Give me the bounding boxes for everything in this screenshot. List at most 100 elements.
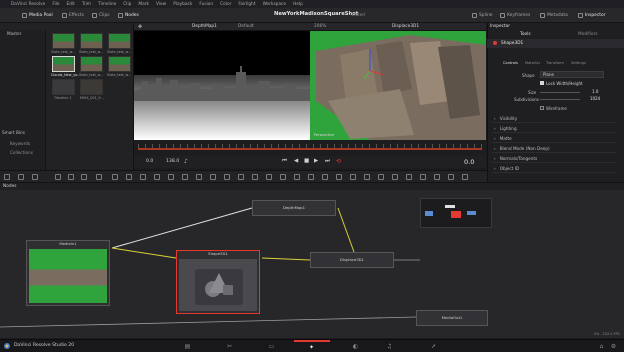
inspector-button[interactable]: Inspector: [578, 11, 605, 20]
section-normals[interactable]: › Normals/Tangents: [492, 155, 616, 163]
stop-icon[interactable]: ■: [304, 158, 309, 164]
deliver-page-icon[interactable]: ➚: [430, 343, 437, 350]
tool-icon[interactable]: [140, 174, 146, 180]
time-ruler[interactable]: [134, 140, 486, 156]
tool-icon[interactable]: [448, 174, 454, 180]
nodes-button[interactable]: Nodes: [118, 11, 139, 20]
tool-icon[interactable]: [280, 174, 286, 180]
menu-edit[interactable]: Edit: [67, 2, 75, 7]
tool-icon[interactable]: [308, 174, 314, 180]
node-displace3d1[interactable]: Displace3D1: [310, 252, 394, 268]
settings-gear-icon[interactable]: ⚙: [610, 343, 617, 350]
menu-view[interactable]: View: [156, 2, 166, 7]
tool-icon[interactable]: [196, 174, 202, 180]
viewer-default-dropdown[interactable]: Default: [238, 24, 254, 29]
go-to-start-icon[interactable]: ⏮: [282, 158, 287, 165]
menu-workspace[interactable]: Workspace: [263, 2, 287, 7]
media-pool-button[interactable]: Media Pool: [22, 11, 53, 20]
tool-icon[interactable]: [224, 174, 230, 180]
home-icon[interactable]: ⌂: [598, 343, 605, 350]
fusion-page-tab[interactable]: ✦: [294, 340, 330, 352]
tool-icon[interactable]: [364, 174, 370, 180]
clip-thumbnail[interactable]: [80, 56, 103, 72]
tool-icon[interactable]: [126, 174, 132, 180]
timeline-thumbnail[interactable]: [52, 79, 75, 95]
current-frame[interactable]: 0.0: [464, 158, 474, 166]
menu-file[interactable]: File: [52, 2, 59, 7]
tool-icon[interactable]: [210, 174, 216, 180]
clip-thumbnail[interactable]: [80, 79, 103, 95]
menu-timeline[interactable]: Timeline: [98, 2, 116, 7]
menu-help[interactable]: Help: [293, 2, 303, 7]
cut-page-icon[interactable]: ✂: [226, 343, 233, 350]
left-viewer[interactable]: [134, 31, 310, 140]
tab-tools[interactable]: Tools: [520, 32, 531, 37]
tool-icon[interactable]: [434, 174, 440, 180]
right-viewer[interactable]: Perspective: [310, 31, 486, 140]
clip-thumbnail[interactable]: [80, 33, 103, 49]
menu-fusion[interactable]: Fusion: [199, 2, 213, 7]
effects-button[interactable]: Effects: [62, 11, 84, 20]
loop-icon[interactable]: ⟲: [336, 158, 341, 165]
subtab-transform[interactable]: Transform: [546, 61, 564, 65]
node-navigator[interactable]: [420, 198, 492, 228]
shape-dropdown[interactable]: Plane: [540, 71, 604, 78]
menu-clip[interactable]: Clip: [123, 2, 131, 7]
size-value[interactable]: 1.0: [592, 89, 598, 94]
menu-app[interactable]: DaVinci Resolve: [11, 2, 45, 7]
menu-color[interactable]: Color: [220, 2, 231, 7]
smart-bin-keywords[interactable]: Keywords: [10, 141, 30, 146]
right-viewer-name[interactable]: Displace3D1: [392, 24, 419, 29]
tool-icon[interactable]: [168, 174, 174, 180]
edit-page-icon[interactable]: ▭: [268, 343, 275, 350]
node-mediaout1[interactable]: MediaOut1: [416, 310, 488, 326]
node-editor[interactable]: MediaIn1 DepthMap1 Shape3D1 Displace3D1 …: [0, 190, 624, 338]
in-frame[interactable]: 0.0: [146, 159, 153, 164]
subdivisions-value[interactable]: 1024: [590, 96, 600, 101]
tool-icon[interactable]: [4, 174, 10, 180]
tool-icon[interactable]: [322, 174, 328, 180]
tool-icon[interactable]: [112, 174, 118, 180]
node-shape3d1[interactable]: Shape3D1: [176, 250, 260, 314]
clip-thumbnail-selected[interactable]: [52, 56, 75, 72]
clips-button[interactable]: Clips: [92, 11, 110, 20]
clip-thumbnail[interactable]: [108, 56, 131, 72]
tool-icon[interactable]: [32, 174, 38, 180]
zoom-level[interactable]: 206%: [314, 24, 326, 29]
menu-playback[interactable]: Playback: [173, 2, 192, 7]
clip-thumbnail[interactable]: [108, 33, 131, 49]
menu-trim[interactable]: Trim: [82, 2, 91, 7]
subtab-material[interactable]: Material: [525, 61, 540, 65]
spline-button[interactable]: Spline: [472, 11, 493, 20]
tool-icon[interactable]: [378, 174, 384, 180]
node-depthmap1[interactable]: DepthMap1: [252, 200, 336, 216]
tab-modifiers[interactable]: Modifiers: [578, 32, 598, 37]
section-matte[interactable]: › Matte: [492, 135, 616, 143]
fairlight-page-icon[interactable]: ♫: [386, 343, 393, 350]
section-blend-mode[interactable]: › Blend Mode (Non Deep): [492, 145, 616, 153]
tool-icon[interactable]: [266, 174, 272, 180]
tool-icon[interactable]: [154, 174, 160, 180]
tool-icon[interactable]: [81, 174, 87, 180]
tool-icon[interactable]: [55, 174, 61, 180]
tool-icon[interactable]: [294, 174, 300, 180]
color-page-icon[interactable]: ◐: [352, 343, 359, 350]
section-visibility[interactable]: › Visibility: [492, 115, 616, 123]
section-object-id[interactable]: › Object ID: [492, 165, 616, 173]
tool-icon[interactable]: [96, 174, 102, 180]
tool-icon[interactable]: [238, 174, 244, 180]
wireframe-checkbox[interactable]: [540, 106, 544, 110]
tool-icon[interactable]: [182, 174, 188, 180]
tool-icon[interactable]: [68, 174, 74, 180]
menu-mark[interactable]: Mark: [138, 2, 149, 7]
out-frame[interactable]: 138.0: [166, 159, 179, 164]
go-to-end-icon[interactable]: ⏭: [325, 158, 330, 165]
subdivisions-slider[interactable]: [540, 99, 580, 100]
node-mediain1[interactable]: MediaIn1: [26, 240, 110, 306]
tool-icon[interactable]: [392, 174, 398, 180]
audio-icon[interactable]: ♪: [184, 158, 188, 165]
clip-thumbnail[interactable]: [52, 33, 75, 49]
tool-icon[interactable]: [336, 174, 342, 180]
play-reverse-icon[interactable]: ◀: [294, 158, 298, 164]
left-viewer-name[interactable]: DepthMap1: [192, 24, 217, 29]
